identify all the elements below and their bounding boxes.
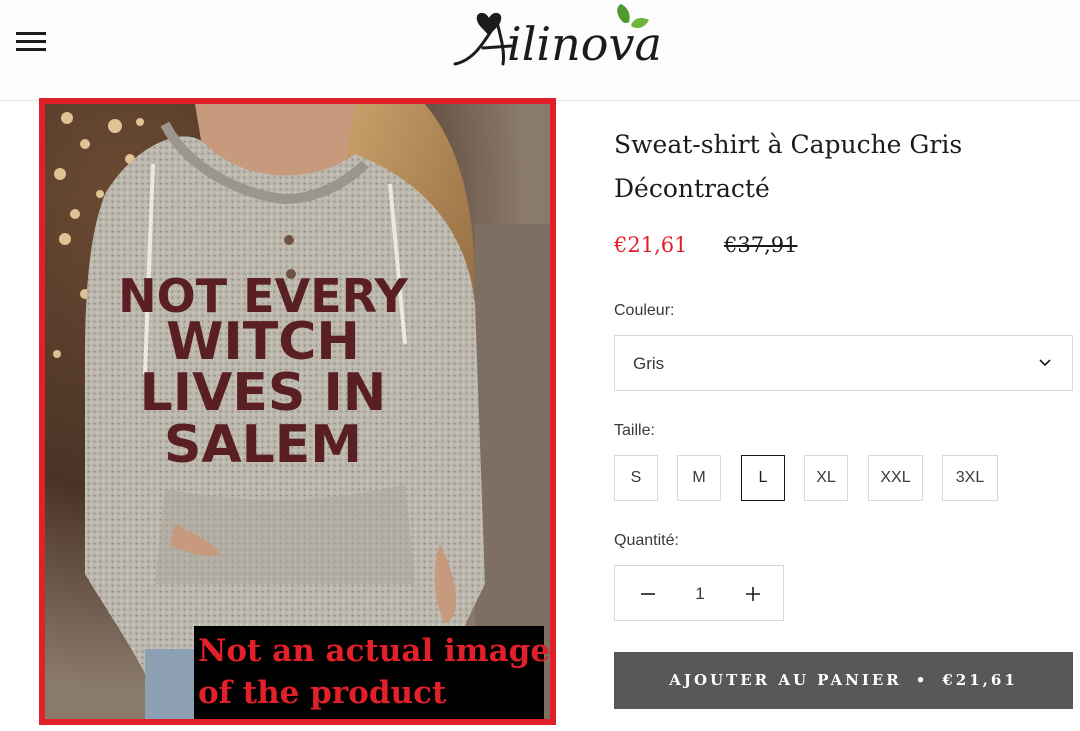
size-option-xxl[interactable]: XXL xyxy=(868,455,923,501)
add-to-cart-label: AJOUTER AU PANIER xyxy=(669,671,902,689)
size-option-s[interactable]: S xyxy=(614,455,658,501)
size-option-3xl[interactable]: 3XL xyxy=(942,455,998,501)
disclaimer-line-1: Not an actual image xyxy=(198,633,551,669)
size-option-xl[interactable]: XL xyxy=(804,455,848,501)
quantity-label: Quantité: xyxy=(614,532,679,549)
color-select-value: Gris xyxy=(633,354,665,373)
sale-price: €21,61 xyxy=(614,233,688,257)
site-header: ilinova xyxy=(0,0,1080,101)
add-to-cart-price: €21,61 xyxy=(942,671,1018,689)
disclaimer-banner: Not an actual image of the product xyxy=(194,626,551,719)
disclaimer-line-2: of the product xyxy=(198,675,447,711)
product-image[interactable]: NOT EVERY WITCH LIVES IN SALEM Not an ac… xyxy=(39,98,556,725)
size-label: Taille: xyxy=(614,422,655,439)
product-title: Sweat-shirt à Capuche Gris Décontracté xyxy=(614,130,963,203)
size-option-l[interactable]: L xyxy=(741,455,785,501)
shirt-print-line-3: LIVES IN xyxy=(140,363,387,423)
site-logo[interactable]: ilinova xyxy=(445,0,725,80)
plus-icon[interactable] xyxy=(742,583,764,605)
button-separator: • xyxy=(915,671,929,689)
size-option-m[interactable]: M xyxy=(677,455,721,501)
chevron-down-icon xyxy=(1039,359,1051,367)
color-label: Couleur: xyxy=(614,302,675,319)
hamburger-menu-icon[interactable] xyxy=(16,30,48,54)
add-to-cart-button[interactable]: AJOUTER AU PANIER • €21,61 xyxy=(614,652,1073,709)
shirt-print-line-4: SALEM xyxy=(164,415,362,475)
color-select[interactable]: Gris xyxy=(614,335,1073,391)
quantity-stepper: 1 xyxy=(614,565,784,621)
original-price: €37,91 xyxy=(724,233,798,257)
logo-graphic: ilinova xyxy=(453,4,662,71)
svg-text:ilinova: ilinova xyxy=(507,17,662,71)
